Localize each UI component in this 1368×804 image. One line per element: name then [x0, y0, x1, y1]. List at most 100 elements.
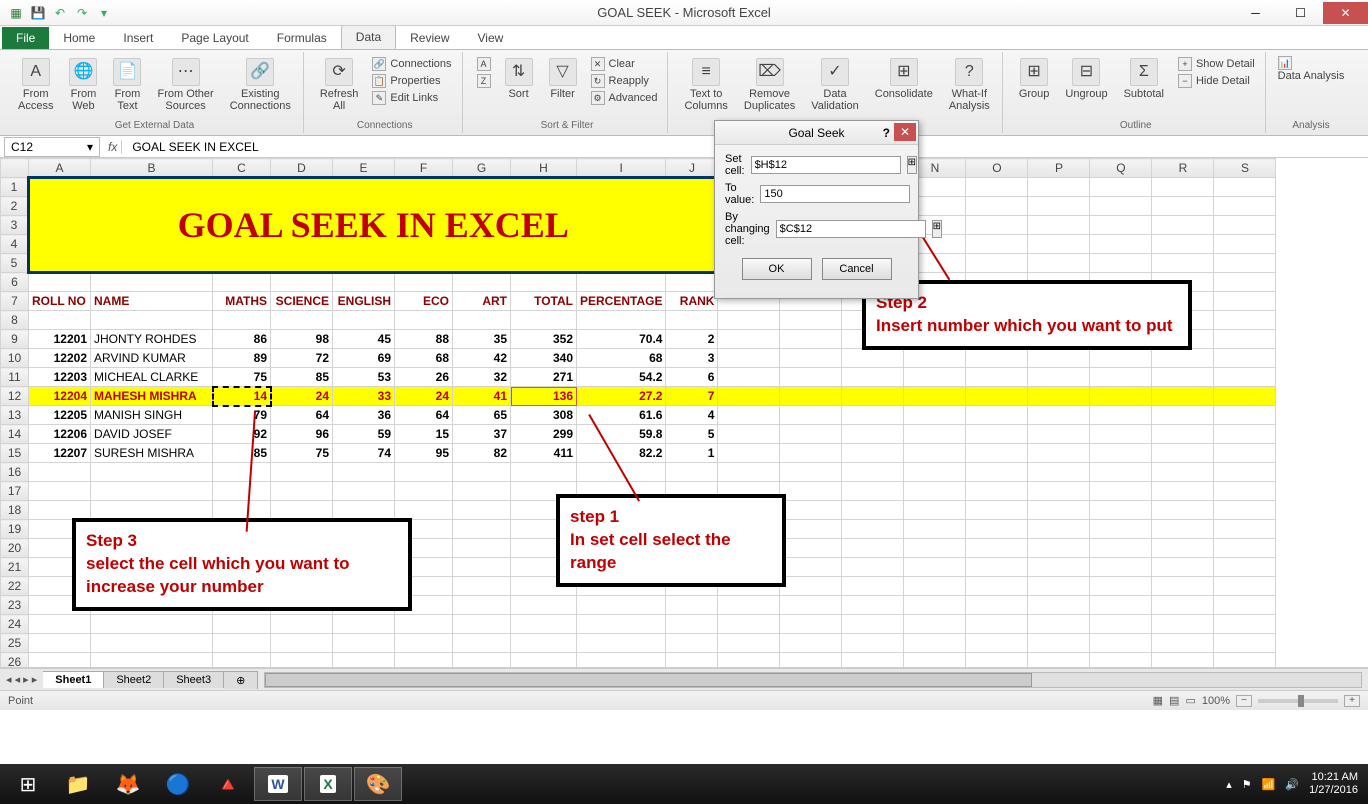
- data-analysis-button[interactable]: 📊Data Analysis: [1278, 56, 1345, 82]
- cell[interactable]: [1152, 254, 1214, 273]
- cell[interactable]: [666, 634, 718, 653]
- tab-home[interactable]: Home: [49, 27, 109, 49]
- cell[interactable]: [966, 254, 1028, 273]
- cell[interactable]: [1090, 520, 1152, 539]
- cell[interactable]: [966, 406, 1028, 425]
- cell[interactable]: [904, 539, 966, 558]
- cell[interactable]: [453, 311, 511, 330]
- cell[interactable]: 72: [271, 349, 333, 368]
- cell[interactable]: [91, 634, 213, 653]
- cell[interactable]: [1028, 235, 1090, 254]
- cell[interactable]: [577, 311, 666, 330]
- cell[interactable]: [718, 425, 780, 444]
- cell[interactable]: [904, 520, 966, 539]
- cell[interactable]: [780, 444, 842, 463]
- row-header[interactable]: 16: [1, 463, 29, 482]
- cell[interactable]: [333, 615, 395, 634]
- cell[interactable]: 82: [453, 444, 511, 463]
- cell[interactable]: 98: [271, 330, 333, 349]
- cell[interactable]: [842, 444, 904, 463]
- cell[interactable]: [1152, 444, 1214, 463]
- cell[interactable]: ARVIND KUMAR: [91, 349, 213, 368]
- cell[interactable]: 68: [395, 349, 453, 368]
- cell[interactable]: 5: [666, 425, 718, 444]
- row-header[interactable]: 23: [1, 596, 29, 615]
- cell[interactable]: [1214, 653, 1276, 669]
- cell[interactable]: [395, 463, 453, 482]
- cell[interactable]: 12206: [29, 425, 91, 444]
- cell[interactable]: MICHEAL CLARKE: [91, 368, 213, 387]
- cell[interactable]: [1152, 235, 1214, 254]
- cell[interactable]: 41: [453, 387, 511, 406]
- hide-detail-button[interactable]: −Hide Detail: [1176, 73, 1252, 89]
- view-layout-icon[interactable]: ▤: [1169, 694, 1179, 707]
- cell[interactable]: [271, 615, 333, 634]
- cell[interactable]: 27.2: [577, 387, 666, 406]
- from-text-button[interactable]: 📄From Text: [109, 56, 145, 114]
- cell[interactable]: [1214, 558, 1276, 577]
- cell[interactable]: [1090, 368, 1152, 387]
- cell[interactable]: [1152, 197, 1214, 216]
- tab-file[interactable]: File: [2, 27, 49, 49]
- cell[interactable]: [1214, 235, 1276, 254]
- edit-links-button[interactable]: ✎Edit Links: [370, 90, 440, 106]
- cell[interactable]: [577, 273, 666, 292]
- cell[interactable]: [842, 577, 904, 596]
- cell[interactable]: [511, 596, 577, 615]
- cell[interactable]: [29, 615, 91, 634]
- consolidate-button[interactable]: ⊞Consolidate: [871, 56, 937, 102]
- cell[interactable]: 75: [271, 444, 333, 463]
- cell[interactable]: [842, 615, 904, 634]
- tab-view[interactable]: View: [464, 27, 518, 49]
- row-header[interactable]: 8: [1, 311, 29, 330]
- cell[interactable]: [1152, 482, 1214, 501]
- cell[interactable]: [1214, 349, 1276, 368]
- cell[interactable]: [966, 615, 1028, 634]
- cell[interactable]: 340: [511, 349, 577, 368]
- col-header[interactable]: B: [91, 159, 213, 178]
- row-header[interactable]: 20: [1, 539, 29, 558]
- cell[interactable]: [453, 653, 511, 669]
- cell[interactable]: [1214, 520, 1276, 539]
- cell[interactable]: [1090, 653, 1152, 669]
- cell[interactable]: [1090, 539, 1152, 558]
- chrome-button[interactable]: 🔵: [154, 767, 202, 801]
- row-header[interactable]: 5: [1, 254, 29, 273]
- dialog-title-bar[interactable]: Goal Seek ? ✕: [715, 121, 918, 145]
- cell[interactable]: [333, 653, 395, 669]
- cell[interactable]: [395, 615, 453, 634]
- cell[interactable]: [718, 349, 780, 368]
- view-pagebreak-icon[interactable]: ▭: [1185, 694, 1195, 707]
- cell[interactable]: 70.4: [577, 330, 666, 349]
- cell[interactable]: [1090, 197, 1152, 216]
- cell[interactable]: [1028, 387, 1090, 406]
- cell[interactable]: [1214, 330, 1276, 349]
- cell[interactable]: [966, 178, 1028, 197]
- cell[interactable]: 2: [666, 330, 718, 349]
- cell[interactable]: [780, 615, 842, 634]
- cell[interactable]: [1028, 558, 1090, 577]
- row-header[interactable]: 22: [1, 577, 29, 596]
- cell[interactable]: [904, 558, 966, 577]
- cell[interactable]: [1028, 349, 1090, 368]
- cell[interactable]: [1028, 634, 1090, 653]
- cell[interactable]: [91, 482, 213, 501]
- row-header[interactable]: 10: [1, 349, 29, 368]
- cell[interactable]: [511, 653, 577, 669]
- cell[interactable]: [1090, 349, 1152, 368]
- system-tray[interactable]: ▴ ⚑ 📶 🔊 10:21 AM1/27/2016: [1226, 771, 1364, 797]
- cell[interactable]: [1090, 425, 1152, 444]
- cell[interactable]: [966, 197, 1028, 216]
- cell[interactable]: 3: [666, 349, 718, 368]
- cell[interactable]: [333, 463, 395, 482]
- row-header[interactable]: 6: [1, 273, 29, 292]
- cell[interactable]: [666, 596, 718, 615]
- cell[interactable]: ECO: [395, 292, 453, 311]
- cell[interactable]: [1152, 539, 1214, 558]
- cell[interactable]: [453, 615, 511, 634]
- cell[interactable]: [780, 520, 842, 539]
- save-icon[interactable]: 💾: [28, 3, 48, 23]
- cell[interactable]: [271, 653, 333, 669]
- cell[interactable]: [1152, 596, 1214, 615]
- cell[interactable]: DAVID JOSEF: [91, 425, 213, 444]
